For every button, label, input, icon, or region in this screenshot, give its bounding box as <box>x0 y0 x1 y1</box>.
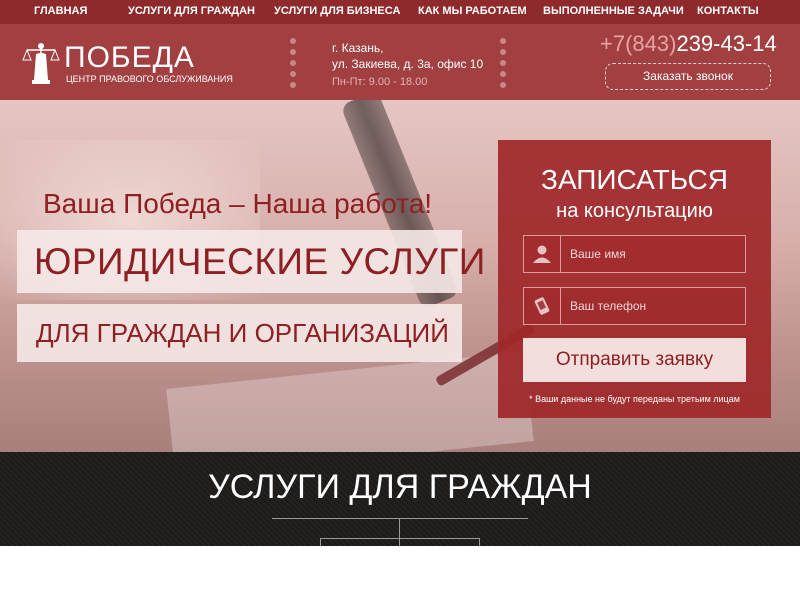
consultation-form: ЗАПИСАТЬСЯ на консультацию Отправить зая… <box>498 140 771 418</box>
divider-line <box>272 518 528 519</box>
hero-section: Ваша Победа – Наша работа! ЮРИДИЧЕСКИЕ У… <box>0 100 800 452</box>
name-input[interactable] <box>562 236 745 272</box>
hero-slogan: Ваша Победа – Наша работа! <box>43 188 433 219</box>
phone-number[interactable]: +7(843)239-43-14 <box>600 31 777 57</box>
divider-dots <box>290 38 296 93</box>
name-field <box>523 235 746 273</box>
nav-item-contacts[interactable]: Контакты <box>697 5 759 17</box>
phone-field <box>523 287 746 325</box>
nav-item-business[interactable]: Услуги для бизнеса <box>274 5 400 17</box>
themis-icon <box>22 43 60 84</box>
address-line-city: г. Казань, <box>332 41 384 55</box>
hero-headline-band: ЮРИДИЧЕСКИЕ УСЛУГИ <box>17 230 485 293</box>
divider-line <box>320 538 321 546</box>
hero-subheadline: ДЛЯ ГРАЖДАН И ОРГАНИЗАЦИЙ <box>36 318 449 348</box>
phone-input[interactable] <box>562 288 745 324</box>
hero-subheadline-band: ДЛЯ ГРАЖДАН И ОРГАНИЗАЦИЙ <box>17 304 462 362</box>
top-nav: Главная Услуги для граждан Услуги для би… <box>0 0 800 24</box>
phone-icon <box>524 288 561 324</box>
services-section: УСЛУГИ ДЛЯ ГРАЖДАН <box>0 452 800 546</box>
address-line-street: ул. Закиева, д. 3а, офис 10 <box>332 57 484 71</box>
callback-button[interactable]: Заказать звонок <box>605 63 771 90</box>
phone-digits: 239-43-14 <box>676 31 777 56</box>
address: г. Казань, ул. Закиева, д. 3а, офис 10 <box>332 40 483 72</box>
hero-headline: ЮРИДИЧЕСКИЕ УСЛУГИ <box>34 241 486 282</box>
services-title: УСЛУГИ ДЛЯ ГРАЖДАН <box>208 468 592 506</box>
user-icon <box>524 236 561 272</box>
site-header: ПОБЕДА ЦЕНТР ПРАВОВОГО ОБСЛУЖИВАНИЯ г. К… <box>0 24 800 100</box>
logo-title: ПОБЕДА <box>64 41 195 74</box>
divider-dots <box>500 38 506 93</box>
phone-code: +7(843) <box>600 31 677 56</box>
divider-line <box>479 538 480 546</box>
divider-line <box>320 538 480 539</box>
logo-subtitle: ЦЕНТР ПРАВОВОГО ОБСЛУЖИВАНИЯ <box>66 74 233 84</box>
logo[interactable]: ПОБЕДА ЦЕНТР ПРАВОВОГО ОБСЛУЖИВАНИЯ <box>22 38 233 88</box>
nav-item-how-we-work[interactable]: Как мы работаем <box>418 5 527 17</box>
page-bottom <box>0 546 800 600</box>
divider-line <box>399 518 400 546</box>
privacy-note: * Ваши данные не будут переданы третьим … <box>529 394 740 404</box>
submit-button[interactable]: Отправить заявку <box>523 338 746 382</box>
form-subtitle: на консультацию <box>556 200 713 222</box>
nav-item-citizens[interactable]: Услуги для граждан <box>128 5 255 17</box>
nav-item-home[interactable]: Главная <box>34 5 87 17</box>
nav-item-completed-tasks[interactable]: Выполненные задачи <box>543 5 684 17</box>
form-title: ЗАПИСАТЬСЯ <box>541 164 728 195</box>
work-hours: Пн-Пт: 9.00 - 18.00 <box>332 76 428 88</box>
